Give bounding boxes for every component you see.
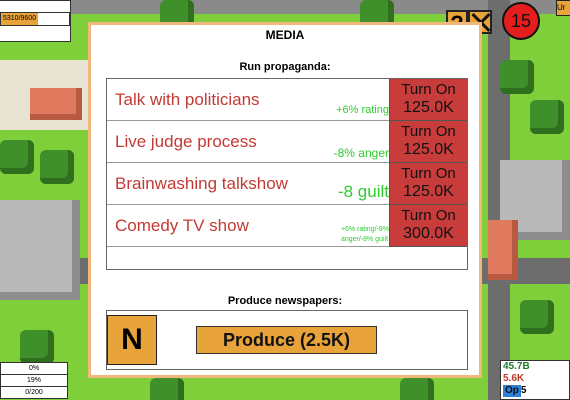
stat-badge-blue: Op: [503, 385, 521, 397]
turn-on-button[interactable]: Turn On 125.0K: [389, 121, 467, 163]
turn-on-button[interactable]: Turn On 125.0K: [389, 79, 467, 121]
propaganda-section-title: Run propaganda:: [239, 61, 331, 73]
stat-value-green: 45.7B: [503, 361, 530, 372]
turn-on-label: Turn On: [401, 207, 456, 224]
propaganda-item-effect: -8% anger: [333, 146, 389, 160]
money-progress-text: 5310/9600: [3, 15, 37, 22]
media-dialog: MEDIA Run propaganda: Talk with politici…: [88, 22, 482, 378]
stats-panel-right: 45.7B 5.6K Op 5: [500, 360, 570, 400]
propaganda-item-effect-line: anger/-8% guilt: [340, 236, 389, 243]
stat-value-red: 5.6K: [503, 373, 525, 384]
turn-on-label: Turn On: [401, 165, 456, 182]
stat-row: 0/200: [25, 389, 43, 396]
stats-panel-left: 0% 19% 0/200: [0, 362, 68, 399]
dialog-title: MEDIA: [265, 28, 305, 42]
turn-on-button[interactable]: Turn On 300.0K: [389, 205, 467, 247]
propaganda-item-effect: +6% rating: [336, 104, 389, 116]
turn-on-cost: 125.0K: [403, 141, 454, 158]
turn-on-button[interactable]: Turn On 125.0K: [389, 163, 467, 205]
propaganda-item-name: Live judge process: [115, 132, 257, 151]
stat-row: 0%: [1, 363, 67, 375]
propaganda-item: Comedy TV show +6% rating/-8% anger/-8% …: [107, 205, 467, 247]
propaganda-item: Live judge process -8% anger Turn On 125…: [107, 121, 467, 163]
newspapers-section-title: Produce newspapers:: [227, 295, 343, 307]
propaganda-list: Talk with politicians +6% rating Turn On…: [106, 78, 468, 270]
propaganda-item-effect: +6% rating/-8% anger/-8% guilt: [341, 225, 389, 245]
propaganda-item-name: Comedy TV show: [115, 216, 249, 235]
turn-on-cost: 300.0K: [403, 225, 454, 242]
propaganda-item: Brainwashing talkshow -8 guilt Turn On 1…: [107, 163, 467, 205]
corner-button[interactable]: Ur: [556, 0, 570, 16]
turn-on-label: Turn On: [401, 81, 456, 98]
propaganda-item-effect-line: +6% rating/-8%: [340, 226, 389, 233]
turn-on-label: Turn On: [401, 123, 456, 140]
stat-row: 19%: [1, 375, 67, 387]
newspaper-icon: N: [107, 315, 157, 365]
stat-value: 5: [520, 385, 527, 396]
propaganda-item: Talk with politicians +6% rating Turn On…: [107, 79, 467, 121]
propaganda-item-effect: -8 guilt: [337, 182, 389, 201]
newspapers-panel: N Produce (2.5K): [106, 310, 468, 370]
produce-button[interactable]: Produce (2.5K): [196, 326, 377, 354]
propaganda-item-name: Talk with politicians: [115, 90, 260, 109]
money-progress-bar: 5310/9600: [0, 12, 70, 26]
propaganda-item-name: Brainwashing talkshow: [115, 174, 288, 193]
turn-on-cost: 125.0K: [403, 99, 454, 116]
turn-on-cost: 125.0K: [403, 183, 454, 200]
counter-badge: 15: [502, 2, 540, 40]
